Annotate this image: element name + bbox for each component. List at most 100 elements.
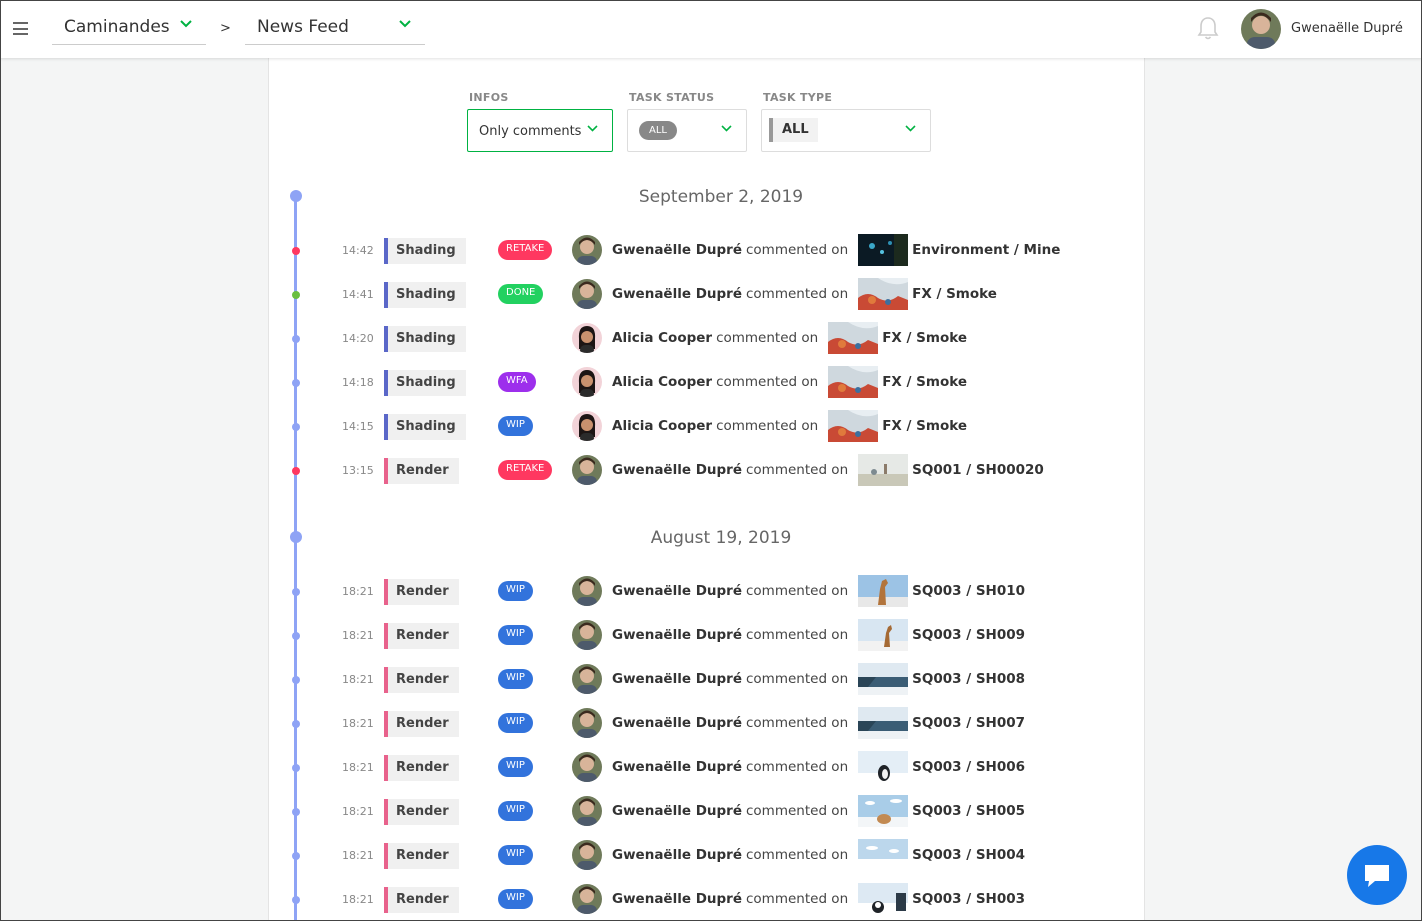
- entity-thumbnail[interactable]: [858, 454, 909, 486]
- entity-link[interactable]: FX / Smoke: [882, 374, 967, 390]
- entity-link[interactable]: FX / Smoke: [882, 418, 967, 434]
- entity-thumbnail[interactable]: [858, 795, 909, 827]
- entity-link[interactable]: FX / Smoke: [912, 286, 997, 302]
- chevron-down-icon: [399, 20, 411, 28]
- task-type-tag[interactable]: Shading: [384, 238, 466, 264]
- feed-item: 18:21 Render WIP Gwenaëlle Dupré commented o…: [280, 707, 1040, 741]
- task-type-tag[interactable]: Render: [384, 755, 459, 781]
- entity-link[interactable]: SQ003 / SH010: [912, 583, 1025, 599]
- task-type-filter-value: ALL: [769, 118, 818, 142]
- chat-button[interactable]: [1347, 845, 1407, 905]
- status-badge: RETAKE: [498, 240, 553, 260]
- author-name: Gwenaëlle Dupré: [612, 671, 742, 687]
- entity-link[interactable]: FX / Smoke: [882, 330, 967, 346]
- task-status-filter-value: ALL: [639, 121, 677, 140]
- feed-item: 18:21 Render WIP Gwenaëlle Dupré commented o…: [280, 663, 1040, 697]
- author-avatar: [572, 796, 602, 826]
- task-type-tag[interactable]: Render: [384, 623, 459, 649]
- task-type-tag[interactable]: Render: [384, 887, 459, 913]
- chevron-down-icon: [721, 125, 732, 132]
- breadcrumb-separator: >: [220, 21, 231, 36]
- author-name: Alicia Cooper: [612, 374, 713, 390]
- comment-line: Gwenaëlle Dupré commented on SQ003 / SH007: [612, 707, 1025, 739]
- status-badge: WIP: [498, 713, 533, 733]
- entity-thumbnail[interactable]: [858, 707, 909, 739]
- task-type-tag[interactable]: Render: [384, 458, 459, 484]
- comment-verb: commented on: [746, 715, 849, 731]
- infos-filter-select[interactable]: Only comments: [467, 109, 613, 152]
- comment-line: Gwenaëlle Dupré commented on Environment /…: [612, 234, 1060, 266]
- notification-bell-icon[interactable]: [1196, 15, 1220, 41]
- project-selector[interactable]: Caminandes: [52, 10, 206, 45]
- entity-link[interactable]: SQ003 / SH005: [912, 803, 1025, 819]
- entity-link[interactable]: SQ001 / SH00020: [912, 462, 1044, 478]
- item-time: 18:21: [342, 805, 374, 818]
- section-selector[interactable]: News Feed: [245, 10, 425, 45]
- comment-verb: commented on: [746, 462, 849, 478]
- entity-thumbnail[interactable]: [858, 234, 909, 266]
- task-type-tag[interactable]: Render: [384, 579, 459, 605]
- entity-thumbnail[interactable]: [858, 619, 909, 651]
- entity-thumbnail[interactable]: [858, 839, 909, 871]
- chat-icon: [1365, 865, 1389, 887]
- author-avatar: [572, 367, 602, 397]
- task-status-filter-select[interactable]: ALL: [627, 109, 747, 152]
- task-type-tag[interactable]: Render: [384, 711, 459, 737]
- entity-link[interactable]: SQ003 / SH003: [912, 891, 1025, 907]
- comment-verb: commented on: [746, 242, 849, 258]
- task-type-tag[interactable]: Shading: [384, 414, 466, 440]
- item-time: 14:18: [342, 376, 374, 389]
- entity-thumbnail[interactable]: [828, 322, 879, 354]
- task-type-tag[interactable]: Render: [384, 667, 459, 693]
- comment-verb: commented on: [746, 891, 849, 907]
- author-name: Gwenaëlle Dupré: [612, 286, 742, 302]
- status-badge: DONE: [498, 284, 544, 304]
- author-avatar: [572, 664, 602, 694]
- comment-line: Alicia Cooper commented on FX / Smoke: [612, 322, 967, 354]
- task-type-tag[interactable]: Shading: [384, 282, 466, 308]
- entity-link[interactable]: SQ003 / SH006: [912, 759, 1025, 775]
- author-name: Alicia Cooper: [612, 330, 713, 346]
- entity-link[interactable]: SQ003 / SH004: [912, 847, 1025, 863]
- timeline-dot: [292, 808, 300, 816]
- entity-link[interactable]: SQ003 / SH007: [912, 715, 1025, 731]
- task-status-filter-label: TASK STATUS: [629, 91, 715, 104]
- entity-link[interactable]: Environment / Mine: [912, 242, 1060, 258]
- task-type-tag[interactable]: Shading: [384, 370, 466, 396]
- comment-line: Gwenaëlle Dupré commented on SQ003 / SH009: [612, 619, 1025, 651]
- task-type-tag[interactable]: Shading: [384, 326, 466, 352]
- timeline-dot: [292, 467, 300, 475]
- user-name[interactable]: Gwenaëlle Dupré: [1291, 21, 1403, 36]
- author-avatar: [572, 411, 602, 441]
- item-time: 13:15: [342, 464, 374, 477]
- entity-thumbnail[interactable]: [858, 663, 909, 695]
- task-type-filter-select[interactable]: ALL: [761, 109, 931, 152]
- author-name: Gwenaëlle Dupré: [612, 242, 742, 258]
- timeline-dot: [292, 676, 300, 684]
- author-avatar: [572, 576, 602, 606]
- timeline-group-marker: [290, 190, 302, 202]
- entity-thumbnail[interactable]: [828, 410, 879, 442]
- author-avatar: [572, 455, 602, 485]
- task-type-tag[interactable]: Render: [384, 799, 459, 825]
- comment-verb: commented on: [716, 374, 819, 390]
- task-type-tag[interactable]: Render: [384, 843, 459, 869]
- timeline-dot: [292, 588, 300, 596]
- timeline-dot: [292, 247, 300, 255]
- entity-thumbnail[interactable]: [858, 883, 909, 915]
- comment-line: Gwenaëlle Dupré commented on SQ003 / SH004: [612, 839, 1025, 871]
- user-avatar[interactable]: [1241, 9, 1281, 49]
- entity-link[interactable]: SQ003 / SH009: [912, 627, 1025, 643]
- entity-thumbnail[interactable]: [858, 751, 909, 783]
- feed-item: 18:21 Render WIP Gwenaëlle Dupré commented o…: [280, 795, 1040, 829]
- status-badge: WIP: [498, 581, 533, 601]
- comment-verb: commented on: [746, 583, 849, 599]
- author-avatar: [572, 840, 602, 870]
- author-name: Gwenaëlle Dupré: [612, 847, 742, 863]
- entity-link[interactable]: SQ003 / SH008: [912, 671, 1025, 687]
- entity-thumbnail[interactable]: [858, 278, 909, 310]
- menu-icon[interactable]: [13, 22, 28, 35]
- entity-thumbnail[interactable]: [828, 366, 879, 398]
- entity-thumbnail[interactable]: [858, 575, 909, 607]
- timeline-dot: [292, 379, 300, 387]
